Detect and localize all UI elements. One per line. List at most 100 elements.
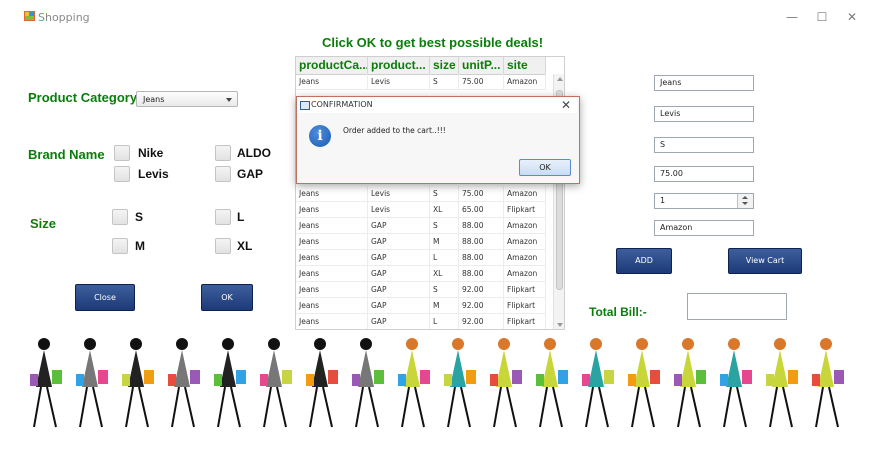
product-category-label: Product Category bbox=[28, 90, 138, 105]
column-header[interactable]: productCa... bbox=[296, 57, 368, 74]
brand-checkbox-nike[interactable] bbox=[114, 145, 130, 161]
maximize-button[interactable]: ☐ bbox=[815, 10, 829, 24]
table-cell: 88.00 bbox=[459, 266, 504, 282]
table-cell: GAP bbox=[368, 250, 430, 266]
table-cell: Amazon bbox=[504, 186, 546, 202]
table-cell: Jeans bbox=[296, 202, 368, 218]
table-cell: Jeans bbox=[296, 186, 368, 202]
size-label-xl: XL bbox=[237, 239, 253, 253]
size-checkbox-s[interactable] bbox=[112, 209, 128, 225]
close-button[interactable]: Close bbox=[75, 284, 135, 311]
column-header[interactable]: unitP... bbox=[459, 57, 504, 74]
column-header[interactable]: size bbox=[430, 57, 459, 74]
brand-label-nike: Nike bbox=[138, 146, 164, 160]
table-row[interactable]: Jeans GAP M 88.00 Amazon bbox=[296, 234, 546, 250]
shopper-figure bbox=[214, 338, 246, 428]
close-window-button[interactable]: ✕ bbox=[845, 10, 859, 24]
table-cell: S bbox=[430, 186, 459, 202]
ok-button[interactable]: OK bbox=[201, 284, 253, 311]
table-row[interactable]: Jeans GAP L 92.00 Flipkart bbox=[296, 314, 546, 329]
table-cell: Levis bbox=[368, 202, 430, 218]
increment-icon[interactable] bbox=[742, 196, 748, 199]
table-cell: S bbox=[430, 218, 459, 234]
shopper-figure bbox=[812, 338, 844, 428]
shopper-figure bbox=[674, 338, 706, 428]
shopper-figure bbox=[306, 338, 338, 428]
selected-size-field[interactable]: S bbox=[654, 137, 754, 153]
brand-label-gap: GAP bbox=[237, 167, 264, 181]
size-checkbox-m[interactable] bbox=[112, 238, 128, 254]
shopper-figure bbox=[628, 338, 660, 428]
shopper-figure bbox=[30, 338, 62, 428]
product-category-value: Jeans bbox=[143, 95, 165, 104]
shopper-figure bbox=[260, 338, 292, 428]
quantity-stepper[interactable]: 1 bbox=[654, 193, 754, 209]
table-row[interactable]: Jeans Levis S 75.00 Amazon bbox=[296, 186, 546, 202]
table-cell: Amazon bbox=[504, 250, 546, 266]
brand-checkbox-aldo[interactable] bbox=[215, 145, 231, 161]
scroll-up-icon[interactable] bbox=[557, 77, 563, 81]
stepper-buttons[interactable] bbox=[737, 194, 753, 208]
table-cell: GAP bbox=[368, 314, 430, 329]
selected-price-field[interactable]: 75.00 bbox=[654, 166, 754, 182]
dialog-title-bar: CONFIRMATION ✕ bbox=[297, 97, 577, 113]
shopper-figure bbox=[766, 338, 798, 428]
table-cell: Amazon bbox=[504, 74, 546, 90]
view-cart-button[interactable]: View Cart bbox=[728, 248, 802, 274]
brand-checkbox-gap[interactable] bbox=[215, 166, 231, 182]
shopper-figure bbox=[582, 338, 614, 428]
decrement-icon[interactable] bbox=[742, 202, 748, 205]
info-icon: i bbox=[309, 125, 331, 147]
dialog-ok-button[interactable]: OK bbox=[519, 159, 571, 176]
table-cell: 92.00 bbox=[459, 314, 504, 329]
window-title: Shopping bbox=[38, 11, 90, 24]
size-checkbox-l[interactable] bbox=[215, 209, 231, 225]
minimize-button[interactable]: — bbox=[785, 10, 799, 24]
table-row[interactable]: Jeans GAP M 92.00 Flipkart bbox=[296, 298, 546, 314]
table-row[interactable]: Jeans GAP S 88.00 Amazon bbox=[296, 218, 546, 234]
table-cell: Jeans bbox=[296, 266, 368, 282]
table-row[interactable]: Jeans GAP S 92.00 Flipkart bbox=[296, 282, 546, 298]
dialog-close-icon[interactable]: ✕ bbox=[561, 98, 571, 112]
table-row[interactable]: Jeans GAP L 88.00 Amazon bbox=[296, 250, 546, 266]
table-row[interactable]: Jeans GAP XL 88.00 Amazon bbox=[296, 266, 546, 282]
table-cell: S bbox=[430, 74, 459, 90]
column-header[interactable]: site bbox=[504, 57, 546, 74]
table-cell: Flipkart bbox=[504, 202, 546, 218]
brand-checkbox-levis[interactable] bbox=[114, 166, 130, 182]
chevron-down-icon bbox=[226, 98, 232, 102]
total-bill-field[interactable] bbox=[687, 293, 787, 320]
table-cell: GAP bbox=[368, 282, 430, 298]
scroll-down-icon[interactable] bbox=[557, 323, 563, 327]
size-label-l: L bbox=[237, 210, 245, 224]
product-category-select[interactable]: Jeans bbox=[136, 91, 238, 107]
size-label-m: M bbox=[135, 239, 145, 253]
table-cell: Levis bbox=[368, 186, 430, 202]
shopper-figure bbox=[352, 338, 384, 428]
total-bill-label: Total Bill:- bbox=[589, 305, 647, 319]
table-cell: M bbox=[430, 298, 459, 314]
selected-site-field[interactable]: Amazon bbox=[654, 220, 754, 236]
selected-brand-field[interactable]: Levis bbox=[654, 106, 754, 122]
app-icon bbox=[24, 11, 35, 21]
table-cell: Jeans bbox=[296, 298, 368, 314]
table-row[interactable]: Jeans Levis XL 65.00 Flipkart bbox=[296, 202, 546, 218]
shopper-figure bbox=[122, 338, 154, 428]
table-cell: L bbox=[430, 314, 459, 329]
table-cell: Flipkart bbox=[504, 314, 546, 329]
brand-label-aldo: ALDO bbox=[237, 146, 271, 160]
promo-text: Click OK to get best possible deals! bbox=[322, 35, 544, 50]
add-button[interactable]: ADD bbox=[616, 248, 672, 274]
column-header[interactable]: product... bbox=[368, 57, 430, 74]
table-cell: 88.00 bbox=[459, 250, 504, 266]
table-cell: S bbox=[430, 282, 459, 298]
table-cell: Jeans bbox=[296, 282, 368, 298]
selected-category-field[interactable]: Jeans bbox=[654, 75, 754, 91]
table-cell: Jeans bbox=[296, 234, 368, 250]
table-row[interactable]: Jeans Levis S 75.00 Amazon bbox=[296, 74, 546, 90]
shopper-figure bbox=[490, 338, 522, 428]
table-cell: XL bbox=[430, 202, 459, 218]
size-checkbox-xl[interactable] bbox=[215, 238, 231, 254]
brand-label-levis: Levis bbox=[138, 167, 169, 181]
shopper-figure bbox=[76, 338, 108, 428]
